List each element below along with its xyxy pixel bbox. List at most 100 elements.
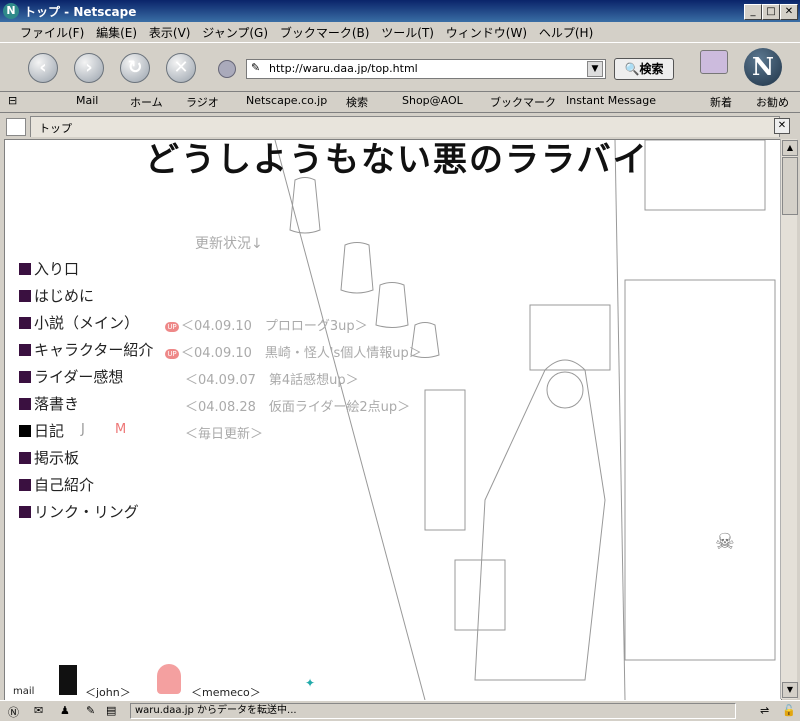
new-tab-icon[interactable] — [6, 118, 26, 136]
scroll-thumb[interactable] — [782, 157, 798, 215]
nav-link-label: はじめに — [34, 287, 95, 305]
nav-link-doodles[interactable]: 落書き — [19, 393, 79, 414]
nav-link-links[interactable]: リンク・リング — [19, 501, 139, 522]
nav-link-label: ライダー感想 — [34, 368, 124, 386]
menu-edit[interactable]: 編集(E) — [92, 22, 141, 41]
bullet-square-icon — [19, 371, 31, 383]
radio-link[interactable]: ラジオ — [186, 94, 219, 110]
nav-link-profile[interactable]: 自己紹介 — [19, 474, 94, 495]
search-link[interactable]: 検索 — [346, 94, 368, 110]
reload-button[interactable]: ↻ — [120, 53, 150, 83]
window-title: トップ - Netscape — [24, 5, 137, 19]
nav-link-rider-review[interactable]: ライダー感想 — [19, 366, 123, 387]
update-diary: ＜毎日更新＞ — [185, 427, 264, 442]
netscape-throbber-icon[interactable]: N — [744, 48, 782, 86]
mail-status-icon[interactable]: ✉ — [34, 704, 43, 717]
nav-link-bbs[interactable]: 掲示板 — [19, 447, 79, 468]
bullet-square-icon — [19, 452, 31, 464]
page-content: どうしようもない悪のララバイ 更新状況↓ 入り口 はじめに 小説（メイン） キャ… — [4, 139, 782, 701]
john-figure-icon[interactable] — [59, 665, 77, 695]
search-button[interactable]: 🔍検索 — [614, 58, 674, 80]
url-dropdown-button[interactable]: ▼ — [587, 61, 603, 77]
home-link[interactable]: ホーム — [130, 94, 163, 110]
nav-link-label: 自己紹介 — [34, 476, 95, 494]
status-bar: Ⓝ ✉ ♟ ✎ ▤ waru.daa.jp からデータを転送中... ⇌ 🔓 — [0, 700, 800, 721]
nav-link-label: 日記 — [34, 422, 65, 440]
back-button[interactable]: ‹ — [28, 53, 58, 83]
up-badge-icon: UP — [165, 322, 179, 332]
search-icon: 🔍 — [624, 62, 640, 76]
nav-link-label: 掲示板 — [34, 449, 80, 467]
aim-status-icon[interactable]: ♟ — [60, 704, 70, 717]
connection-icon: ⇌ — [760, 704, 770, 717]
personal-toolbar: ⊟ Mail ホーム ラジオ Netscape.co.jp 検索 Shop@AO… — [0, 90, 800, 113]
bullet-square-icon — [19, 263, 31, 275]
nav-link-diary[interactable]: 日記 — [19, 420, 64, 441]
update-heading: 更新状況↓ — [195, 236, 263, 252]
diary-j-link[interactable]: J — [81, 422, 85, 437]
composer-status-icon[interactable]: ✎ — [86, 704, 95, 717]
bullet-square-icon — [19, 317, 31, 329]
nav-link-entrance[interactable]: 入り口 — [19, 258, 79, 279]
nav-link-intro[interactable]: はじめに — [19, 285, 94, 306]
menu-bar: ファイル(F) 編集(E) 表示(V) ジャンプ(G) ブックマーク(B) ツー… — [0, 22, 800, 42]
bullet-square-icon — [19, 290, 31, 302]
diary-m-link[interactable]: M — [115, 422, 126, 437]
recommend-link[interactable]: お勧め — [756, 94, 789, 110]
update-characters: UP ＜04.09.10 黒崎・怪人's個人情報up＞ — [165, 342, 422, 361]
url-bar[interactable]: ✎ http://waru.daa.jp/top.html ▼ — [246, 59, 606, 79]
new-link[interactable]: 新着 — [710, 94, 732, 110]
nav-link-label: 小説（メイン） — [34, 314, 140, 332]
page-icon: ✎ — [251, 61, 261, 74]
dropdown-circle-icon[interactable] — [218, 60, 236, 78]
update-rider-review: ＜04.09.07 第4話感想up＞ — [185, 373, 359, 388]
page-title: どうしようもない悪のララバイ — [145, 140, 649, 180]
mail-link[interactable]: Mail — [76, 94, 98, 107]
menu-help[interactable]: ヘルプ(H) — [535, 22, 597, 41]
print-icon[interactable] — [700, 50, 728, 74]
menu-go[interactable]: ジャンプ(G) — [198, 22, 272, 41]
menu-tools[interactable]: ツール(T) — [377, 22, 438, 41]
security-lock-icon: 🔓 — [782, 704, 796, 717]
shop-aol-link[interactable]: Shop@AOL — [402, 94, 463, 107]
maximize-button[interactable]: □ — [762, 4, 780, 20]
menu-bookmarks[interactable]: ブックマーク(B) — [276, 22, 374, 41]
forward-button[interactable]: › — [74, 53, 104, 83]
tab-top[interactable]: トップ — [30, 116, 780, 137]
search-button-label: 検索 — [639, 62, 664, 76]
nav-link-characters[interactable]: キャラクター紹介 — [19, 339, 153, 360]
mail-label: mail — [13, 686, 35, 697]
octopus-icon[interactable] — [157, 664, 181, 694]
tab-label: トップ — [39, 122, 72, 135]
up-badge-icon: UP — [165, 349, 179, 359]
scroll-up-button[interactable]: ▲ — [782, 140, 798, 156]
update-novel: UP ＜04.09.10 プロローグ3up＞ — [165, 315, 368, 334]
nav-link-label: 入り口 — [34, 260, 80, 278]
menu-file[interactable]: ファイル(F) — [16, 22, 88, 41]
stop-button[interactable]: ✕ — [166, 53, 196, 83]
bookmarks-link[interactable]: ブックマーク — [490, 94, 556, 110]
close-button[interactable]: ✕ — [780, 4, 798, 20]
mail-memeco-link[interactable]: ＜memeco＞ — [191, 684, 261, 700]
netscape-link[interactable]: Netscape.co.jp — [246, 94, 327, 107]
bird-icon: ✦ — [305, 676, 316, 690]
title-bar: N トップ - Netscape _ □ ✕ — [0, 0, 800, 22]
status-message: waru.daa.jp からデータを転送中... — [130, 703, 736, 719]
bullet-square-icon — [19, 506, 31, 518]
instant-message-link[interactable]: Instant Message — [566, 94, 656, 107]
nav-link-label: キャラクター紹介 — [34, 341, 154, 359]
nav-link-label: 落書き — [34, 395, 80, 413]
scroll-down-button[interactable]: ▼ — [782, 682, 798, 698]
vertical-scrollbar[interactable]: ▲ ▼ — [780, 139, 798, 699]
close-tab-button[interactable]: ✕ — [774, 118, 790, 134]
minimize-button[interactable]: _ — [744, 4, 762, 20]
url-input[interactable]: http://waru.daa.jp/top.html — [269, 62, 418, 75]
menu-view[interactable]: 表示(V) — [145, 22, 195, 41]
netscape-status-icon[interactable]: Ⓝ — [8, 704, 19, 720]
update-text: ＜04.09.10 プロローグ3up＞ — [181, 319, 368, 334]
addressbook-status-icon[interactable]: ▤ — [106, 704, 116, 717]
mail-john-link[interactable]: ＜john＞ — [85, 684, 131, 700]
nav-link-novel[interactable]: 小説（メイン） — [19, 312, 139, 333]
home-tab-icon[interactable]: ⊟ — [8, 94, 17, 107]
menu-window[interactable]: ウィンドウ(W) — [442, 22, 531, 41]
